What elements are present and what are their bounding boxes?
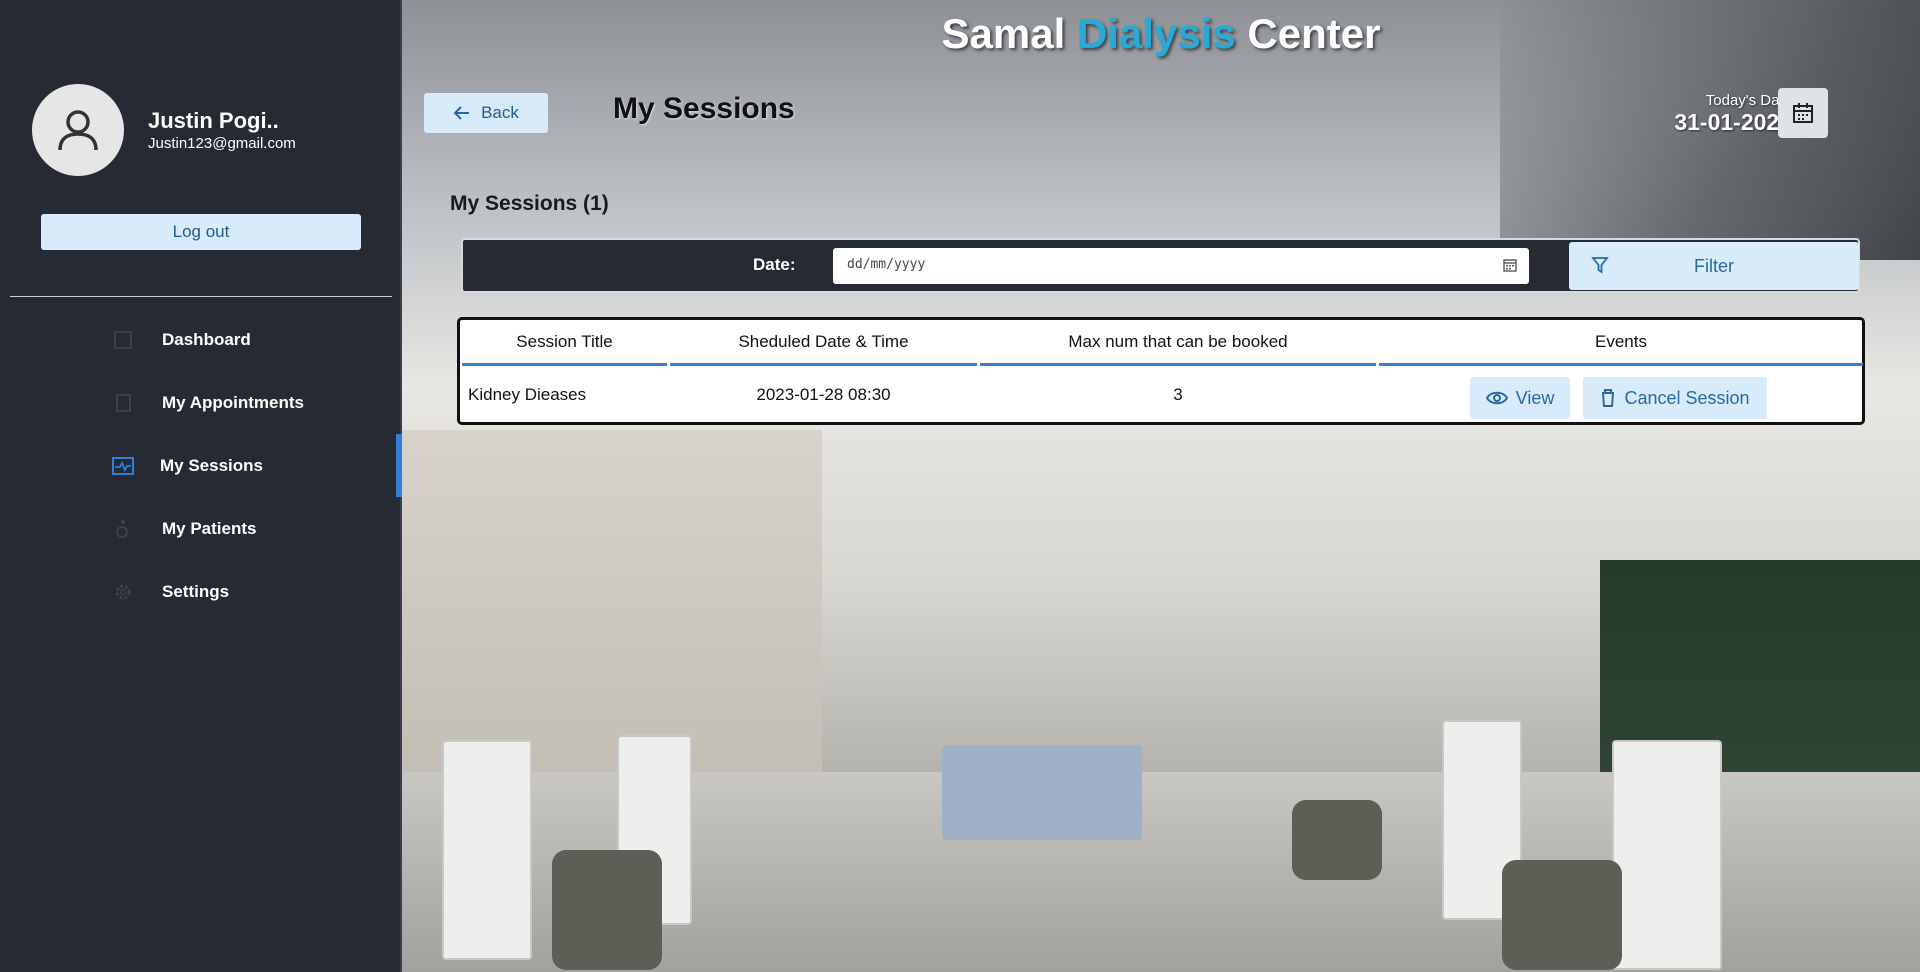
main-content: Samal Dialysis Center Back My Sessions T… [402,0,1920,972]
session-icon [112,455,134,477]
column-header: Events [1379,320,1863,366]
sidebar-item-label: My Sessions [160,455,263,475]
session-title-cell: Kidney Dieases [468,385,587,404]
gear-icon [112,581,134,603]
filter-button[interactable]: Filter [1569,242,1859,290]
sidebar-divider [10,296,392,297]
back-button[interactable]: Back [424,93,548,133]
eye-icon [1485,391,1508,405]
profile-card: Justin Pogi.. Justin123@gmail.com [32,84,296,176]
sessions-table: Session Title Sheduled Date & Time Max n… [457,317,1865,425]
column-header: Session Title [462,320,667,366]
sidebar-item-dashboard[interactable]: Dashboard [0,308,402,371]
logout-button[interactable]: Log out [41,214,361,250]
cancel-session-button[interactable]: Cancel Session [1583,377,1767,419]
column-header: Max num that can be booked [980,320,1376,366]
app-title: Samal Dialysis Center [402,10,1920,58]
sidebar-item-my-patients[interactable]: My Patients [0,497,402,560]
sidebar-item-my-appointments[interactable]: My Appointments [0,371,402,434]
date-label: Date: [753,255,796,274]
trash-icon [1602,389,1615,407]
table-header: Session Title Sheduled Date & Time Max n… [460,320,1863,366]
sidebar-item-label: Dashboard [162,329,251,349]
sidebar-item-label: My Patients [162,518,257,538]
calendar-button[interactable] [1778,88,1828,138]
sessions-heading: My Sessions (1) [450,192,609,215]
column-header: Sheduled Date & Time [670,320,977,366]
filter-bar: Date: dd/mm/yyyy Filter [461,238,1860,293]
wheelchair-icon [112,518,134,540]
sidebar-item-my-sessions[interactable]: My Sessions [0,434,402,497]
app-title-accent: Dialysis [1076,10,1236,57]
view-button[interactable]: View [1470,377,1570,419]
calendar-icon [1793,103,1813,123]
sidebar-item-label: My Appointments [162,392,304,412]
book-icon [112,392,134,414]
cancel-label: Cancel Session [1624,387,1750,408]
sidebar: Justin Pogi.. Justin123@gmail.com Log ou… [0,0,402,972]
filter-label: Filter [1694,256,1734,276]
dashboard-icon [112,329,134,351]
sidebar-nav: Dashboard My Appointments My Sessions My… [0,308,402,623]
date-input[interactable]: dd/mm/yyyy [833,248,1529,284]
sidebar-item-label: Settings [162,581,230,601]
calendar-icon[interactable] [1503,258,1517,272]
session-datetime-cell: 2023-01-28 08:30 [756,385,891,404]
view-label: View [1515,387,1555,408]
profile-email: Justin123@gmail.com [148,135,296,152]
arrow-left-icon [453,106,470,120]
user-icon [58,110,98,151]
app-title-part2: Center [1247,10,1381,57]
date-placeholder: dd/mm/yyyy [847,257,926,272]
app-title-part1: Samal [941,10,1066,57]
back-label: Back [481,103,519,122]
today-value: 31-01-2023 [1674,109,1792,135]
profile-name: Justin Pogi.. [148,108,279,133]
sidebar-item-settings[interactable]: Settings [0,560,402,623]
page-title: My Sessions [613,92,795,125]
today-label: Today's Date [1705,92,1792,109]
background-photo [402,0,1920,972]
session-max-cell: 3 [1173,385,1183,404]
avatar [32,84,124,176]
today-date: Today's Date 31-01-2023 [1674,92,1792,136]
